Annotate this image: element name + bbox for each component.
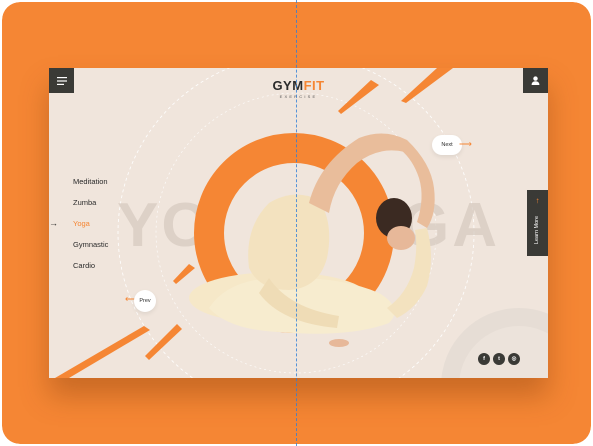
social-links: f t ◎ (478, 353, 523, 365)
nav-item-yoga[interactable]: Yoga (73, 219, 108, 240)
category-nav: Meditation Zumba Yoga Gymnastic Cardio (73, 177, 108, 282)
facebook-icon[interactable]: f (478, 353, 490, 365)
prev-label: Prev (139, 298, 151, 304)
brand-logo[interactable]: GYMFIT EXERCISE (49, 78, 548, 99)
active-category-indicator: → (49, 218, 58, 228)
layout-center-guide (296, 0, 297, 446)
logo-wordmark: GYMFIT (49, 78, 548, 93)
user-icon (531, 72, 540, 90)
learn-more-label: Learn More (534, 215, 540, 245)
learn-more-button[interactable]: ↑ Learn More (527, 190, 548, 256)
nav-item-gymnastic[interactable]: Gymnastic (73, 240, 108, 261)
accent-slash-3 (55, 326, 150, 378)
prev-button[interactable]: Prev (134, 290, 156, 312)
yoga-pose-figure (189, 133, 435, 347)
next-label: Next (441, 142, 453, 148)
logo-tagline: EXERCISE (279, 94, 318, 99)
next-button[interactable]: Next (432, 135, 462, 155)
instagram-icon[interactable]: ◎ (508, 353, 520, 365)
nav-item-cardio[interactable]: Cardio (73, 261, 108, 282)
arrow-up-icon: ↑ (535, 196, 540, 205)
user-account-button[interactable] (523, 68, 548, 93)
nav-item-zumba[interactable]: Zumba (73, 198, 108, 219)
nav-item-meditation[interactable]: Meditation (73, 177, 108, 198)
logo-fit: FIT (303, 78, 325, 93)
next-arrow-icon[interactable]: ⟶ (459, 139, 472, 150)
logo-gym: GYM (272, 78, 304, 93)
landing-page-card: YO GA GYMFIT EXERCISE → Meditation Zumba… (49, 68, 548, 378)
twitter-icon[interactable]: t (493, 353, 505, 365)
